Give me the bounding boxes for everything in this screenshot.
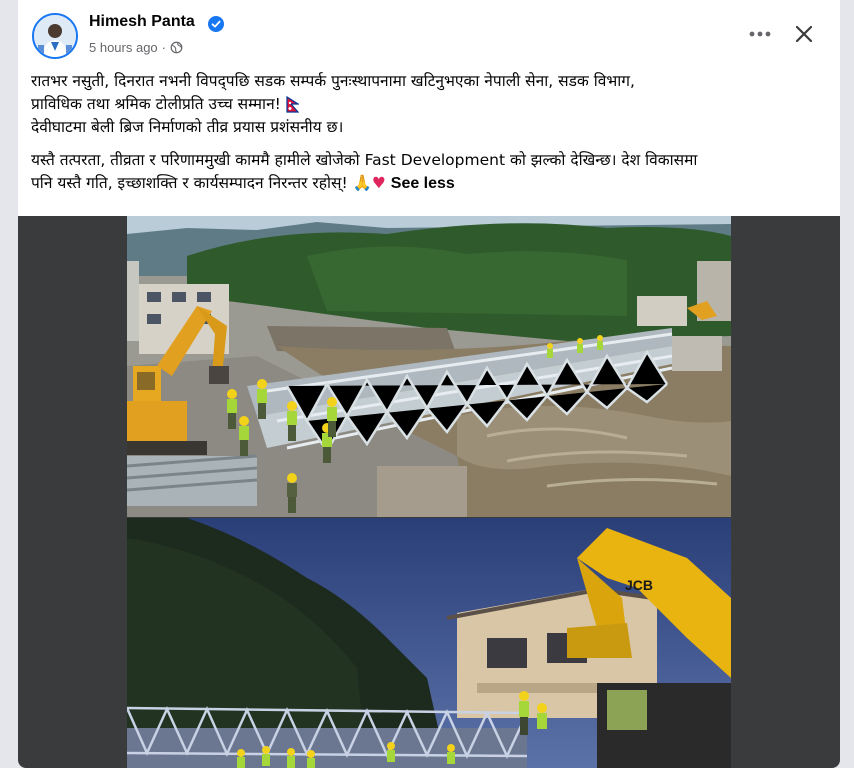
post-text-line: देवीघाटमा बेली ब्रिज निर्माणको तीव्र प्र… [31,118,344,136]
bridge-day-photo[interactable] [127,216,731,517]
post-paragraph-2: यस्तै तत्परता, तीव्रता र परिणाममुखी कामम… [31,149,831,195]
verified-badge-icon [208,16,224,32]
avatar-image [34,15,76,57]
more-options-button[interactable] [744,18,776,50]
post-media: JCB [18,216,840,768]
post-timestamp[interactable]: 5 hours ago [89,40,158,55]
bridge-dusk-image: JCB [127,518,731,768]
pray-emoji-icon: 🙏 [352,174,372,192]
post-paragraph-1: रातभर नसुती, दिनरात नभनी विपद्पछि सडक सम… [31,70,831,139]
close-icon [795,25,813,43]
bridge-day-image [127,216,731,517]
author-name[interactable]: Himesh Panta [89,13,195,31]
post-text: रातभर नसुती, दिनरात नभनी विपद्पछि सडक सम… [31,70,831,195]
post-text-line: प्राविधिक तथा श्रमिक टोलीप्रति उच्च सम्म… [31,95,281,113]
nepal-flag-icon [286,96,299,113]
heart-emoji-icon: ♥ [371,174,386,192]
more-horizontal-icon [749,31,771,37]
jcb-logo: JCB [625,577,653,593]
close-button[interactable] [788,18,820,50]
post-text-line: रातभर नसुती, दिनरात नभनी विपद्पछि सडक सम… [31,72,635,90]
bridge-dusk-photo[interactable]: JCB [127,518,731,768]
post-card: Himesh Panta 5 hours ago · रातभर नसुती, … [18,0,840,768]
meta-separator: · [161,40,167,55]
author-avatar[interactable] [32,13,78,59]
post-text-line: यस्तै तत्परता, तीव्रता र परिणाममुखी कामम… [31,151,698,169]
post-text-line: पनि यस्तै गति, इच्छाशक्ति र कार्यसम्पादन… [31,174,348,192]
globe-icon[interactable] [170,41,183,54]
post-meta: 5 hours ago · [89,40,183,55]
post-header: Himesh Panta 5 hours ago · [18,0,840,66]
see-less-link[interactable]: See less [391,175,455,192]
